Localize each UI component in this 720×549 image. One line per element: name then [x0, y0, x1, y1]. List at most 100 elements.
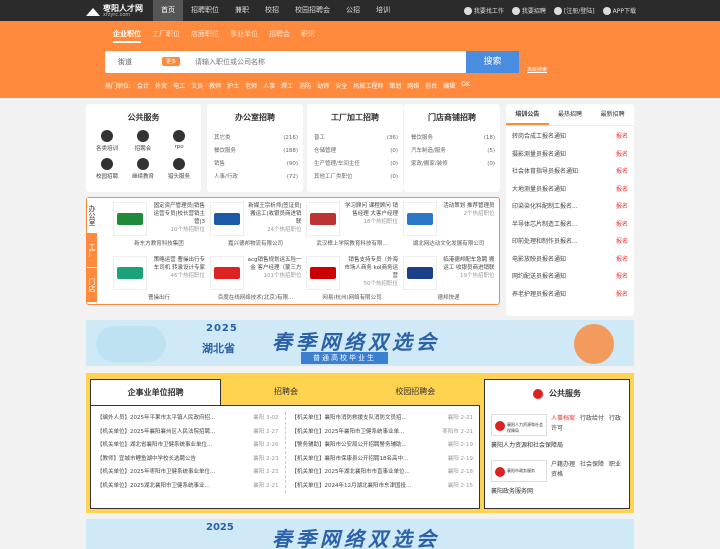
- nav-public-recruit[interactable]: 公招: [338, 0, 368, 21]
- org-link[interactable]: 行政给付: [580, 415, 604, 422]
- tab-factory[interactable]: 工厂: [87, 233, 97, 268]
- app-download-link[interactable]: APP下载: [602, 6, 636, 15]
- tab-news[interactable]: 职讯: [301, 29, 315, 43]
- tab-campus-fairs[interactable]: 校园招聘会: [351, 379, 480, 405]
- service-rpo[interactable]: rpo: [161, 130, 197, 152]
- tab-factory-jobs[interactable]: 工厂职位: [152, 29, 180, 43]
- hot-item[interactable]: 编辑: [443, 81, 455, 90]
- hot-item[interactable]: 电工: [173, 81, 185, 90]
- org-hrss[interactable]: 襄阳人力资源和社会保障局 人事档案 行政给付 行政许可 襄阳人力资源和社会保障局: [491, 414, 625, 459]
- hot-item[interactable]: 前台: [425, 81, 437, 90]
- announcement-item[interactable]: 转岗合成工报名通知 报名: [512, 128, 628, 146]
- tab-public-institution[interactable]: 事业单位: [230, 29, 258, 43]
- recruit-item[interactable]: 【机关单位】湖北省襄阳市卫健系统事业单位... 襄阳 2-26: [97, 439, 279, 453]
- city-select[interactable]: 街道: [118, 57, 132, 67]
- org-link[interactable]: 人事档案: [551, 415, 575, 422]
- hot-item[interactable]: 策划: [389, 81, 401, 90]
- recruit-item[interactable]: 【机关单位】2025湖北襄阳市卫健系统事业... 襄阳 2-21: [97, 480, 279, 494]
- company-card[interactable]: acg销售规划运五险一金 客户经理（蒙三方 101个热招职位 百度在线网络技术(北京…: [208, 254, 305, 302]
- hot-item[interactable]: 文员: [191, 81, 203, 90]
- hot-item[interactable]: 人事: [263, 81, 275, 90]
- announcement-item[interactable]: 印染染化料配制工报名... 报名: [512, 198, 628, 216]
- company-card[interactable]: 临港德邦配车急聘 搬运工 收银员商进销联 19个热招职位 德邦快递: [401, 254, 498, 302]
- hot-item[interactable]: 会计: [137, 81, 149, 90]
- company-card[interactable]: 学习顾问 课程顾问 销售经理 大客户经理 18个热招职位 武汉樟上学院教育科技有限.…: [304, 200, 401, 248]
- recruit-item[interactable]: 【编外人员】2025年平果市太平镇人民政府招... 襄阳 3-02: [97, 412, 279, 426]
- category-item[interactable]: 仓储管理 (0): [314, 145, 398, 158]
- category-item[interactable]: 其它类 (216): [214, 132, 298, 145]
- service-training[interactable]: 各类培训: [89, 130, 125, 152]
- tab-hot-recruit[interactable]: 最热招聘: [549, 104, 592, 125]
- category-item[interactable]: 餐饮服务 (18): [411, 132, 495, 145]
- tab-company-jobs[interactable]: 企业职位: [113, 29, 141, 43]
- hot-item[interactable]: 外贸: [155, 81, 167, 90]
- recruit-item[interactable]: 【机关单位】2025年襄阳市卫健系统事业单... 枣阳市 2-21: [292, 426, 474, 440]
- company-card[interactable]: 新媒王宗析师|签证员|搬运工|收银员商进销联 24个热招职位 嘉兴德邦物流有限公司: [208, 200, 305, 248]
- hot-item[interactable]: OK: [461, 81, 470, 90]
- company-card[interactable]: 销售支持专员（外海市场人商务 kol商务运营 50个热招职位 网易(杭州)网络有限公…: [304, 254, 401, 302]
- spring-fair-banner-2[interactable]: 2025 春季网络双选会: [86, 519, 634, 549]
- recruit-item[interactable]: 【机关单位】2025年湖北襄阳市市直事业单位... 襄阳 2-18: [292, 466, 474, 480]
- category-item[interactable]: 普工 (36): [314, 132, 398, 145]
- hot-item[interactable]: 护士: [227, 81, 239, 90]
- tab-store[interactable]: 门店: [87, 268, 97, 303]
- recruit-item[interactable]: 【机关单位】2025年襄阳襄州区人民法院招聘... 襄阳 2-27: [97, 426, 279, 440]
- category-item[interactable]: 生产管理/车间主任 (0): [314, 158, 398, 171]
- category-item[interactable]: 人事/行政 (72): [214, 171, 298, 184]
- company-card[interactable]: 策略运营 曹操出行专车司机 转录设计专家 46个热招职位 曹操出行: [111, 254, 208, 302]
- service-education[interactable]: 继续教育: [125, 158, 161, 180]
- org-link[interactable]: 户籍办理: [551, 461, 575, 468]
- announcement-item[interactable]: 养老护理员报名通知 报名: [512, 286, 628, 304]
- recruit-item[interactable]: 【机关单位】襄阳市消防救援支队消防文员招... 襄阳 2-21: [292, 412, 474, 426]
- announcement-item[interactable]: 摄影测量员报名通知 报名: [512, 146, 628, 164]
- search-input[interactable]: [195, 52, 425, 72]
- category-item[interactable]: 销售 (90): [214, 158, 298, 171]
- category-item[interactable]: 餐饮服务 (188): [214, 145, 298, 158]
- category-item[interactable]: 汽车制造/服务 (5): [411, 145, 495, 158]
- tab-training-notice[interactable]: 培训公告: [506, 104, 549, 125]
- category-item[interactable]: 其他工厂类职位 (0): [314, 171, 398, 184]
- service-headhunt[interactable]: 猎头服务: [161, 158, 197, 180]
- hot-item[interactable]: 焊工: [281, 81, 293, 90]
- nav-home[interactable]: 首页: [153, 0, 183, 21]
- spring-fair-banner[interactable]: 2025 湖北省 春季网络双选会 普通高校毕业生: [86, 320, 634, 366]
- hot-item[interactable]: 消防: [299, 81, 311, 90]
- hot-item[interactable]: 教师: [209, 81, 221, 90]
- announcement-item[interactable]: 半导体芯片制造工报名... 报名: [512, 216, 628, 234]
- hot-item[interactable]: 机械工程师: [353, 81, 383, 90]
- recruit-item[interactable]: 【机关单位】2025年枣阳市卫健系统事业单位... 襄阳 2-23: [97, 466, 279, 480]
- category-item[interactable]: 家政/搬家/装修 (0): [411, 158, 495, 171]
- company-card[interactable]: 活动策划 推荐管理员 2个热招职位 湖北网达动文化发展有限公司: [401, 200, 498, 248]
- recruit-item[interactable]: 【教师】宜城市鲤鱼湖中学校长选聘公告 襄阳 2-23: [97, 453, 279, 467]
- recruit-item[interactable]: 【警务辅助】襄阳市公安局公开招聘警务辅助... 襄阳 2-19: [292, 439, 474, 453]
- org-gov-service[interactable]: 襄阳市政务服务 户籍办理 社会保障 职业资格 襄阳政务服务网: [491, 460, 625, 505]
- nav-parttime[interactable]: 兼职: [227, 0, 257, 21]
- announcement-item[interactable]: 大地测量员报名通知 报名: [512, 181, 628, 199]
- site-logo[interactable]: 枣阳人才网 xfzyrc.com: [86, 3, 143, 19]
- login-link[interactable]: [注册/登陆]: [553, 6, 595, 15]
- city-more-badge[interactable]: 更多: [162, 57, 181, 66]
- recruit-item[interactable]: 【机关单位】襄阳市保康县公开招聘18名高中... 襄阳 2-19: [292, 453, 474, 467]
- announcement-item[interactable]: 印前处理和制作员报名... 报名: [512, 233, 628, 251]
- nav-campus[interactable]: 校招: [257, 0, 287, 21]
- tab-public-units[interactable]: 企事业单位招聘: [90, 379, 222, 405]
- recruit-item[interactable]: 【机关单位】2024年12月湖北襄阳市东津国投... 襄阳 2-15: [292, 480, 474, 494]
- announcement-item[interactable]: 社会体育指导员报名通知 报名: [512, 163, 628, 181]
- hot-item[interactable]: 网络: [407, 81, 419, 90]
- company-card[interactable]: 固定资产管理员|销售运营专员|校长营销主管|3 10个热招职位 新东方教育科技集团: [111, 200, 208, 248]
- tab-new-recruit[interactable]: 最新招聘: [591, 104, 634, 125]
- find-job-link[interactable]: 我要找工作: [463, 6, 504, 15]
- hot-item[interactable]: 幼师: [317, 81, 329, 90]
- org-link[interactable]: 社会保障: [580, 461, 604, 468]
- service-campus[interactable]: 校园招聘: [89, 158, 125, 180]
- tab-store-jobs[interactable]: 店面职位: [191, 29, 219, 43]
- nav-training[interactable]: 培训: [368, 0, 398, 21]
- announcement-item[interactable]: 电影放映员报名通知 报名: [512, 251, 628, 269]
- tab-office[interactable]: 办公室: [87, 198, 97, 233]
- recruit-link[interactable]: 我要招聘: [511, 6, 546, 15]
- announcement-item[interactable]: 网约配送员报名通知 报名: [512, 268, 628, 286]
- service-job-fair[interactable]: 招聘会: [125, 130, 161, 152]
- tab-fairs[interactable]: 招聘会: [221, 379, 350, 405]
- nav-campus-fair[interactable]: 校园招聘会: [287, 0, 338, 21]
- advanced-search-link[interactable]: 高级搜索: [527, 66, 547, 73]
